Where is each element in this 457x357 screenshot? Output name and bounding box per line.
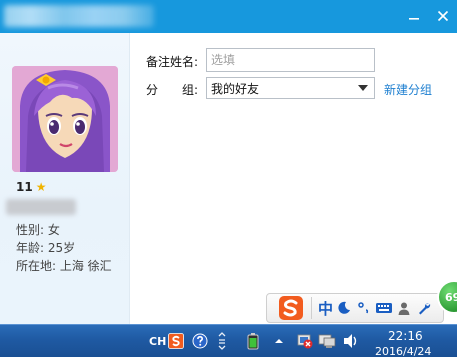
minimize-icon [409, 18, 419, 20]
new-group-link[interactable]: 新建分组 [384, 81, 432, 98]
speed-badge-value: 69 [445, 290, 457, 304]
tray-arrow-icon[interactable] [216, 332, 228, 350]
ime-toolbar: 中 [266, 293, 444, 323]
gender-info: 性别: 女 [16, 223, 60, 237]
group-label: 分 组: [146, 81, 198, 98]
avatar[interactable] [12, 66, 118, 172]
group-label-char1: 分 [146, 83, 159, 97]
minimize-button[interactable] [403, 5, 425, 27]
language-indicator[interactable]: CH [149, 332, 166, 350]
chevron-down-icon [358, 85, 368, 91]
group-label-char2: 组: [182, 83, 199, 97]
sogou-tray-icon[interactable] [168, 332, 184, 350]
volume-icon[interactable] [342, 332, 360, 350]
punctuation-icon[interactable] [355, 299, 373, 317]
group-select[interactable]: 我的好友 [206, 77, 375, 99]
close-icon [437, 10, 449, 22]
profile-panel: 11 ★ 性别: 女 年龄: 25岁 所在地: 上海 徐汇 [0, 33, 130, 325]
title-bar [0, 0, 457, 33]
ime-mode-toggle[interactable]: 中 [318, 298, 333, 319]
close-button[interactable] [432, 5, 454, 27]
wrench-icon[interactable] [415, 299, 433, 317]
group-select-value: 我的好友 [211, 81, 260, 96]
battery-icon[interactable] [246, 332, 260, 350]
sogou-logo-icon[interactable] [277, 294, 305, 322]
taskbar: CH 22:16 2016/4/24 [0, 324, 457, 357]
location-info: 所在地: 上海 徐汇 [16, 259, 112, 273]
remark-label: 备注姓名: [146, 55, 199, 69]
display-icon[interactable] [318, 332, 336, 350]
level-indicator: 11 ★ [16, 180, 46, 194]
avatar-illustration [12, 66, 118, 172]
moon-icon[interactable] [335, 299, 353, 317]
keyboard-icon[interactable] [375, 299, 393, 317]
clock-time[interactable]: 22:16 [388, 329, 423, 343]
network-blocked-icon[interactable] [296, 332, 314, 350]
up-arrow-icon[interactable] [274, 332, 284, 350]
remark-input[interactable] [206, 48, 375, 72]
level-value: 11 [16, 180, 33, 194]
user-icon[interactable] [395, 299, 413, 317]
nickname-blurred [6, 199, 76, 215]
star-icon: ★ [35, 180, 47, 194]
help-icon[interactable] [192, 332, 208, 350]
age-info: 年龄: 25岁 [16, 241, 76, 255]
divider [311, 297, 312, 319]
clock-date[interactable]: 2016/4/24 [375, 345, 431, 357]
window-title-blurred [4, 5, 154, 27]
